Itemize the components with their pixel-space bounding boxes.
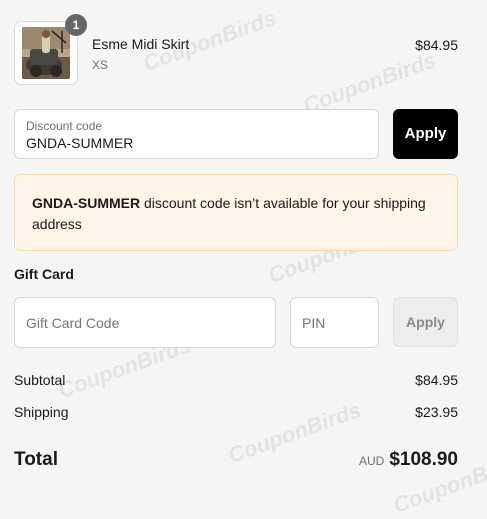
- product-thumbnail: 1: [14, 14, 87, 85]
- apply-gift-card-button[interactable]: Apply: [393, 297, 458, 347]
- gift-card-code-input[interactable]: Gift Card Code: [14, 297, 276, 348]
- gift-card-pin-input[interactable]: PIN: [290, 297, 379, 348]
- gift-card-pin-placeholder: PIN: [302, 315, 326, 331]
- apply-discount-button[interactable]: Apply: [393, 109, 458, 159]
- discount-code-input[interactable]: GNDA-SUMMER: [26, 135, 133, 151]
- shipping-value: $23.95: [415, 404, 458, 420]
- shipping-label: Shipping: [14, 404, 69, 420]
- shipping-row: Shipping $23.95: [14, 404, 458, 420]
- total-amount: $108.90: [389, 449, 458, 470]
- alert-code: GNDA-SUMMER: [32, 195, 141, 211]
- total-amount-group: AUD $108.90: [359, 449, 458, 471]
- discount-code-label: Discount code: [26, 119, 103, 133]
- currency-code: AUD: [358, 454, 385, 468]
- order-line-item: 1 Esme Midi Skirt XS $84.95: [14, 14, 458, 85]
- product-variant: XS: [92, 58, 109, 72]
- gift-card-title: Gift Card: [14, 266, 74, 282]
- discount-error-alert: GNDA-SUMMER discount code isn’t availabl…: [14, 174, 458, 251]
- subtotal-label: Subtotal: [14, 372, 66, 388]
- total-label: Total: [14, 449, 58, 470]
- quantity-badge: 1: [65, 14, 87, 36]
- subtotal-value: $84.95: [415, 372, 458, 388]
- discount-code-field[interactable]: Discount code GNDA-SUMMER: [14, 109, 379, 159]
- product-name: Esme Midi Skirt: [92, 36, 190, 52]
- subtotal-row: Subtotal $84.95: [14, 372, 458, 388]
- product-price: $84.95: [415, 37, 458, 53]
- gift-card-code-placeholder: Gift Card Code: [26, 315, 120, 331]
- product-image: [22, 27, 70, 79]
